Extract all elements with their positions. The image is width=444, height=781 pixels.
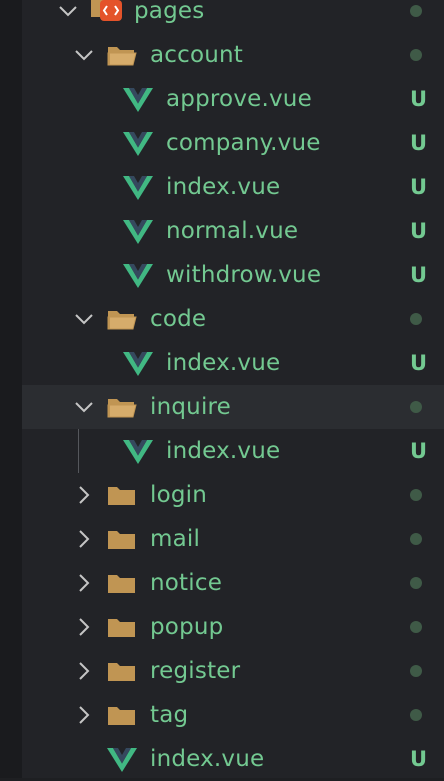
tree-folder-notice[interactable]: notice bbox=[22, 561, 444, 605]
tree-folder-tag[interactable]: tag bbox=[22, 693, 444, 737]
file-label: index.vue bbox=[166, 174, 281, 200]
folder-label: account bbox=[150, 42, 244, 68]
left-gutter bbox=[0, 0, 22, 778]
tree-file[interactable]: withdrow.vue U bbox=[22, 253, 444, 297]
git-status-untracked: U bbox=[409, 439, 427, 463]
git-status-dot bbox=[410, 5, 422, 17]
tree-file[interactable]: index.vue U bbox=[22, 341, 444, 385]
folder-label: tag bbox=[150, 702, 189, 728]
folder-icon bbox=[107, 484, 137, 510]
folder-label: code bbox=[150, 306, 207, 332]
tree-folder-mail[interactable]: mail bbox=[22, 517, 444, 561]
vue-file-icon bbox=[123, 352, 153, 380]
vue-file-icon bbox=[123, 88, 153, 116]
tree-file[interactable]: normal.vue U bbox=[22, 209, 444, 253]
chevron-right-icon[interactable] bbox=[72, 561, 96, 605]
folder-icon bbox=[107, 616, 137, 642]
tree-folder-register[interactable]: register bbox=[22, 649, 444, 693]
git-status-dot bbox=[410, 489, 422, 501]
file-label: index.vue bbox=[150, 746, 265, 772]
folder-label: notice bbox=[150, 570, 223, 596]
file-label: index.vue bbox=[166, 350, 281, 376]
tree-file[interactable]: approve.vue U bbox=[22, 77, 444, 121]
chevron-down-icon[interactable] bbox=[72, 385, 96, 429]
folder-label: popup bbox=[150, 614, 224, 640]
git-status-untracked: U bbox=[409, 219, 427, 243]
tree-folder-code[interactable]: code bbox=[22, 297, 444, 341]
file-label: company.vue bbox=[166, 130, 321, 156]
tree-file[interactable]: company.vue U bbox=[22, 121, 444, 165]
folder-icon bbox=[107, 528, 137, 554]
vue-file-icon bbox=[123, 132, 153, 160]
tree-file[interactable]: index.vue U bbox=[22, 737, 444, 781]
tree-folder-inquire[interactable]: inquire bbox=[22, 385, 444, 429]
vue-file-icon bbox=[107, 748, 137, 776]
folder-open-icon bbox=[107, 308, 137, 334]
file-label: index.vue bbox=[166, 438, 281, 464]
git-status-dot bbox=[410, 621, 422, 633]
git-status-untracked: U bbox=[409, 175, 427, 199]
chevron-right-icon[interactable] bbox=[72, 693, 96, 737]
chevron-right-icon[interactable] bbox=[72, 473, 96, 517]
folder-label: mail bbox=[150, 526, 201, 552]
vue-file-icon bbox=[123, 176, 153, 204]
chevron-down-icon[interactable] bbox=[56, 0, 80, 33]
tree-folder-popup[interactable]: popup bbox=[22, 605, 444, 649]
file-label: normal.vue bbox=[166, 218, 299, 244]
folder-open-icon bbox=[107, 44, 137, 70]
tree-file[interactable]: index.vue U bbox=[22, 165, 444, 209]
folder-label: login bbox=[150, 482, 208, 508]
vue-file-icon bbox=[123, 220, 153, 248]
tree-folder-login[interactable]: login bbox=[22, 473, 444, 517]
tree-folder-pages[interactable]: pages bbox=[22, 0, 444, 33]
file-explorer-tree: pages account approve.vue U company.vue … bbox=[22, 0, 444, 778]
tree-file[interactable]: index.vue U bbox=[22, 429, 444, 473]
git-status-untracked: U bbox=[409, 747, 427, 771]
folder-icon bbox=[107, 660, 137, 686]
folder-label: inquire bbox=[150, 394, 232, 420]
git-status-untracked: U bbox=[409, 87, 427, 111]
chevron-right-icon[interactable] bbox=[72, 649, 96, 693]
git-status-dot bbox=[410, 577, 422, 589]
git-status-dot bbox=[410, 665, 422, 677]
pages-folder-icon bbox=[90, 0, 124, 26]
git-status-dot bbox=[410, 709, 422, 721]
git-status-untracked: U bbox=[409, 131, 427, 155]
folder-icon bbox=[107, 572, 137, 598]
git-status-untracked: U bbox=[409, 263, 427, 287]
file-label: withdrow.vue bbox=[166, 262, 322, 288]
git-status-dot bbox=[410, 401, 422, 413]
chevron-right-icon[interactable] bbox=[72, 605, 96, 649]
vue-file-icon bbox=[123, 440, 153, 468]
git-status-dot bbox=[410, 49, 422, 61]
folder-label: register bbox=[150, 658, 241, 684]
git-status-dot bbox=[410, 533, 422, 545]
chevron-down-icon[interactable] bbox=[72, 33, 96, 77]
folder-open-icon bbox=[107, 396, 137, 422]
chevron-down-icon[interactable] bbox=[72, 297, 96, 341]
folder-icon bbox=[107, 704, 137, 730]
file-label: approve.vue bbox=[166, 86, 312, 112]
git-status-untracked: U bbox=[409, 351, 427, 375]
vue-file-icon bbox=[123, 264, 153, 292]
git-status-dot bbox=[410, 313, 422, 325]
chevron-right-icon[interactable] bbox=[72, 517, 96, 561]
folder-label: pages bbox=[134, 0, 205, 24]
tree-folder-account[interactable]: account bbox=[22, 33, 444, 77]
